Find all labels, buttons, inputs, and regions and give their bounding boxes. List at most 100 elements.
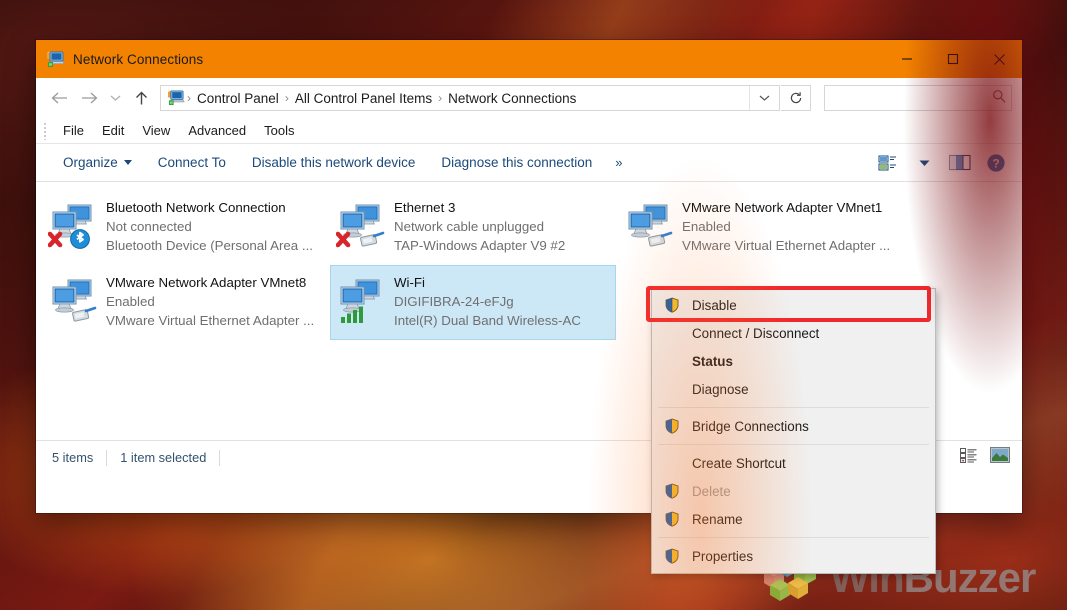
list-item[interactable]: Ethernet 3 Network cable unplugged TAP-W… [330,190,616,265]
context-menu-item-delete: Delete [652,477,935,505]
connect-to-button[interactable]: Connect To [145,150,239,175]
view-buttons [960,447,1010,468]
window-controls [884,40,1022,78]
connection-device: VMware Virtual Ethernet Adapter ... [106,313,315,328]
chevron-down-icon [123,160,132,165]
context-menu-label: Delete [692,483,731,499]
context-menu-separator [658,407,929,408]
connection-status: Network cable unplugged [394,219,545,234]
list-item-text: Ethernet 3 Network cable unplugged TAP-W… [394,196,565,255]
connection-name: Bluetooth Network Connection [106,200,286,215]
connection-status: Enabled [682,219,731,234]
minimize-button[interactable] [884,40,930,78]
connection-device: Bluetooth Device (Personal Area ... [106,238,313,253]
context-menu-item-diagnose[interactable]: Diagnose [652,375,935,403]
network-adapter-icon [48,273,100,325]
status-divider [106,449,108,466]
breadcrumb-network-connections[interactable]: Network Connections [443,89,581,108]
context-menu-label: Properties [692,548,754,564]
network-adapter-icon [336,273,388,325]
context-menu-item-connect-disconnect[interactable]: Connect / Disconnect [652,319,935,347]
search-box[interactable] [824,85,1012,111]
shield-icon [664,548,684,564]
close-button[interactable] [976,40,1022,78]
breadcrumb: › Control Panel › All Control Panel Item… [161,89,749,108]
command-bar-right: ? [872,149,1012,177]
context-menu-item-create-shortcut[interactable]: Create Shortcut [652,449,935,477]
connection-name: VMware Network Adapter VMnet8 [106,275,307,290]
change-view-icon[interactable] [872,149,904,177]
context-menu-label: Bridge Connections [692,418,809,434]
menu-tools[interactable]: Tools [255,120,303,141]
connection-device: TAP-Windows Adapter V9 #2 [394,238,566,253]
desktop-background: WinBuzzer Network Connections › Control … [0,0,1067,610]
context-menu-label: Connect / Disconnect [692,325,820,341]
connection-name: VMware Network Adapter VMnet1 [682,200,883,215]
context-menu-item-rename[interactable]: Rename [652,505,935,533]
menu-file[interactable]: File [54,120,93,141]
list-item[interactable]: Bluetooth Network Connection Not connect… [42,190,328,265]
breadcrumb-control-panel[interactable]: Control Panel [192,89,284,108]
connection-status: Enabled [106,294,155,309]
item-count: 5 items [52,450,94,465]
title-bar[interactable]: Network Connections [36,40,1022,78]
connection-status: Not connected [106,219,192,234]
change-view-dropdown[interactable] [908,149,940,177]
network-connections-icon [46,51,65,67]
context-menu-label: Status [692,353,733,369]
menu-advanced[interactable]: Advanced [179,120,255,141]
menu-bar: File Edit View Advanced Tools [36,118,1022,144]
breadcrumb-all-control-panel-items[interactable]: All Control Panel Items [290,89,437,108]
list-item-text: Wi-Fi DIGIFIBRA-24-eFJg Intel(R) Dual Ba… [394,271,581,330]
list-item-text: VMware Network Adapter VMnet1 Enabled VM… [682,196,890,255]
organize-button[interactable]: Organize [50,150,145,175]
list-item-wifi[interactable]: Wi-Fi DIGIFIBRA-24-eFJg Intel(R) Dual Ba… [330,265,616,340]
chevron-down-icon[interactable] [749,86,779,110]
details-view-icon[interactable] [960,447,978,468]
menu-icon-placeholder [664,381,684,397]
preview-pane-icon[interactable] [944,149,976,177]
network-adapter-icon [335,198,388,250]
refresh-button[interactable] [781,85,811,111]
list-item[interactable]: VMware Network Adapter VMnet8 Enabled VM… [42,265,328,340]
window-title: Network Connections [73,51,204,67]
menu-icon-placeholder [664,325,684,341]
diagnose-connection-button[interactable]: Diagnose this connection [428,150,605,175]
context-menu-separator [658,444,929,445]
menu-edit[interactable]: Edit [93,120,133,141]
context-menu-item-bridge-connections[interactable]: Bridge Connections [652,412,935,440]
large-icons-view-icon[interactable] [990,447,1010,468]
context-menu-label: Create Shortcut [692,455,786,471]
back-button[interactable] [44,83,74,113]
recent-locations-button[interactable] [104,83,126,113]
context-menu-item-status[interactable]: Status [652,347,935,375]
context-menu: Disable Connect / Disconnect Status Diag… [651,288,936,574]
navigation-bar: › Control Panel › All Control Panel Item… [36,78,1022,118]
context-menu-item-properties[interactable]: Properties [652,542,935,570]
menu-icon-placeholder [664,455,684,471]
shield-icon [664,511,684,527]
maximize-button[interactable] [930,40,976,78]
list-item[interactable]: VMware Network Adapter VMnet1 Enabled VM… [618,190,904,265]
context-menu-separator [658,537,929,538]
shield-icon [664,418,684,434]
connection-status: DIGIFIBRA-24-eFJg [394,294,514,309]
connection-device: Intel(R) Dual Band Wireless-AC [394,313,581,328]
command-overflow-button[interactable]: » [605,151,631,174]
selection-status: 1 item selected [120,450,207,465]
command-bar: Organize Connect To Disable this network… [36,144,1022,182]
menu-view[interactable]: View [133,120,179,141]
search-input[interactable] [831,91,992,105]
disable-network-device-button[interactable]: Disable this network device [239,150,429,175]
network-adapter-icon [47,198,100,250]
address-bar[interactable]: › Control Panel › All Control Panel Item… [160,85,780,111]
menu-icon-placeholder [664,353,684,369]
breadcrumb-folder-icon [167,90,185,106]
up-button[interactable] [126,83,156,113]
svg-text:?: ? [992,156,999,170]
list-item-text: Bluetooth Network Connection Not connect… [106,196,313,255]
context-menu-item-disable[interactable]: Disable [652,291,935,319]
help-icon[interactable]: ? [980,149,1012,177]
context-menu-label: Disable [692,297,737,313]
forward-button[interactable] [74,83,104,113]
